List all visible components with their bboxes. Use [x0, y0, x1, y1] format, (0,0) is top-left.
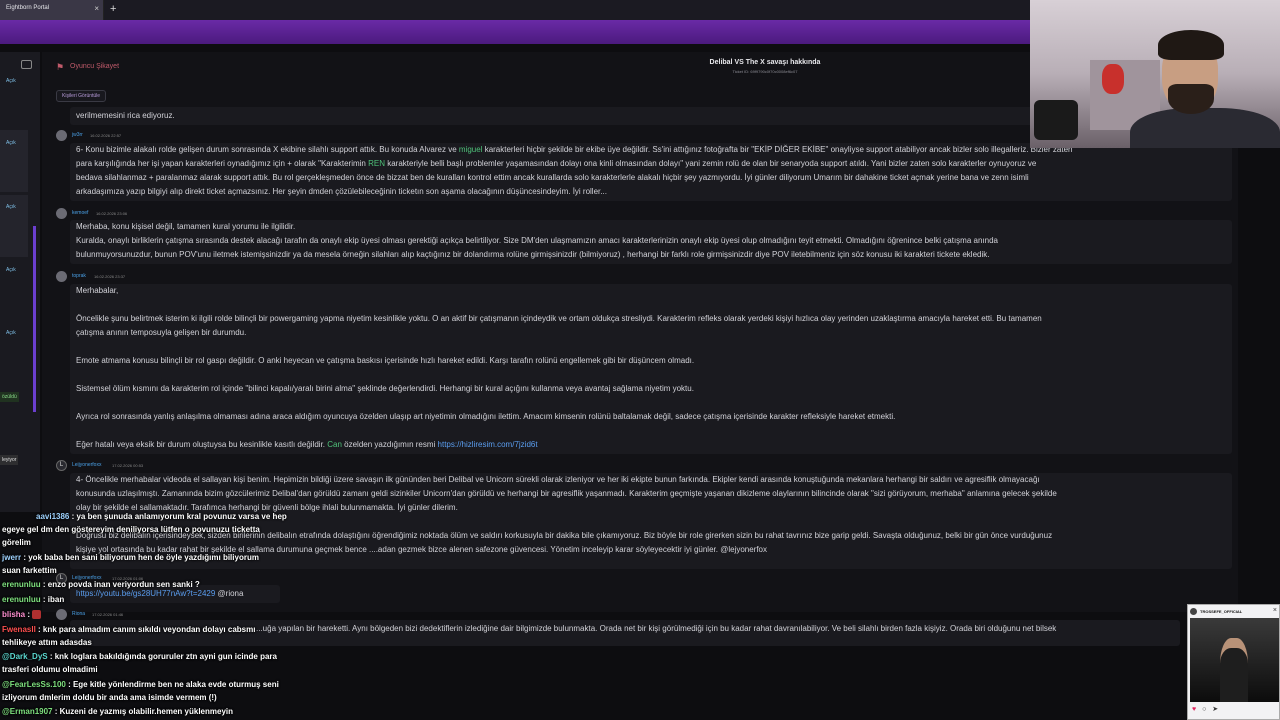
message-date: 17.02.2026 01:46 — [92, 612, 124, 617]
rail-status-label: Açık — [6, 267, 16, 273]
message-line: arkadaşımıza yazıp bilgiyi alıp direkt t… — [76, 187, 607, 196]
message-line: Sistemsel ölüm kısmını da karakterim rol… — [76, 384, 694, 393]
streamer-beard — [1168, 84, 1214, 114]
avatar — [56, 130, 67, 141]
message-line — [76, 340, 1226, 354]
chat-message: aavi1386 : ya ben şunuda anlamıyorum kra… — [36, 512, 287, 521]
message-line: bedava silahlanmaz + paralanmaz alarak s… — [76, 173, 1029, 182]
message-line: 4- Öncelikle merhabalar videoda el salla… — [76, 475, 1040, 484]
layout-toggle-icon[interactable] — [21, 60, 32, 69]
comment-icon[interactable]: ○ — [1202, 706, 1208, 713]
mention-highlight: Can — [327, 440, 342, 449]
ticket-category: Oyuncu Şikayet — [70, 63, 120, 70]
message-line: Merhabalar, — [76, 286, 119, 295]
ticket-title: Delibal VS The X savaşı hakkında — [709, 59, 821, 66]
streamer-hair — [1158, 30, 1224, 60]
chat-message: jwerr : yok baba ben sani biliyorum hen … — [2, 553, 259, 562]
user-alert-icon: ⚑ — [56, 62, 65, 72]
chat-message: trasferi oldumu olmadimi — [2, 665, 98, 674]
message-body: Merhabalar, Öncelikle şunu belirtmek ist… — [70, 284, 1232, 454]
microphone-icon — [1034, 100, 1078, 140]
avatar — [56, 271, 67, 282]
message-line: para karşılığında her işi yapan karakter… — [76, 159, 1037, 168]
view-participants-button[interactable]: Kişileri Görüntüle — [56, 90, 107, 102]
rail-status-label: Açık — [6, 140, 16, 146]
chat-message: egeye gel dm den göstereyim deniliyorsa … — [2, 525, 260, 534]
image-link[interactable]: https://hizliresim.com/7jzid6t — [438, 440, 538, 449]
rail-status-solved: özüldü — [0, 392, 19, 402]
popup-actions[interactable]: ♥ ○ ➤ — [1192, 705, 1220, 713]
share-icon[interactable]: ➤ — [1212, 706, 1220, 713]
message-line — [76, 424, 1226, 438]
person-silhouette — [1220, 638, 1248, 702]
message-line: konusunda uzlaşılmıştı. Zamanında bizim … — [76, 489, 1057, 498]
message-line: Öncelikle şunu belirtmek isterim ki ilgi… — [76, 314, 1042, 323]
rail-status-label: Açık — [6, 204, 16, 210]
message-line: Ayrıca rol sonrasında yanlış anlaşılma o… — [76, 412, 896, 421]
message-line: bulunmuyorsunuzdur, bunun POV'unu iletme… — [76, 250, 990, 259]
santa-figure — [1102, 64, 1124, 94]
message-date: 16.02.2026 23:06 — [96, 211, 128, 216]
avatar — [56, 208, 67, 219]
rail-scroll-accent — [33, 226, 36, 412]
popup-username[interactable]: TROSSEFE_OFFICIAL — [1200, 609, 1242, 614]
ticket-id: Ticket ID: 69f9790c0f70c0008ef6c07 — [732, 69, 798, 74]
message-date: 16.02.2026 23:37 — [94, 274, 126, 279]
message-line: Eğer hatalı veya eksik bir durum oluştuy… — [76, 440, 538, 449]
mention-highlight: miguel — [458, 145, 483, 154]
youtube-link[interactable]: https://youtu.be/gs28UH77nAw?t=2429 — [76, 589, 215, 598]
message-line — [76, 396, 1226, 410]
message-username[interactable]: Riona — [72, 611, 85, 617]
close-icon[interactable]: × — [1273, 607, 1277, 614]
tab-close-icon[interactable]: × — [94, 4, 99, 13]
chat-message: erenunluu : iban — [2, 595, 65, 604]
chat-message: görelim — [2, 538, 31, 547]
message-username[interactable]: Leijyonerfoxx — [72, 462, 101, 468]
message-username[interactable]: kemoef — [72, 210, 88, 216]
chat-message: @FearLesSs.100 : Ege kitle yönlendirme b… — [2, 680, 279, 689]
rail-status-label: Açık — [6, 78, 16, 84]
message-line: Merhaba, konu kişisel değil, tamamen kur… — [76, 222, 296, 231]
message-body: 6- Konu bizimle alakalı rolde gelişen du… — [70, 143, 1232, 201]
message-line: Emote atmama konusu bilinçli bir rol gas… — [76, 356, 695, 365]
message-date: 16.02.2026 22:57 — [90, 133, 122, 138]
heart-icon[interactable]: ♥ — [1192, 706, 1198, 713]
streamer-body — [1130, 108, 1280, 148]
message-body: Merhaba, konu kişisel değil, tamamen kur… — [70, 220, 1232, 264]
popup-image[interactable] — [1190, 618, 1279, 702]
tab-title: Eightborn Portal — [6, 5, 50, 11]
avatar: L — [56, 460, 67, 471]
message-date: 17.02.2026 00:53 — [112, 463, 144, 468]
emote-icon — [32, 610, 42, 620]
chat-message: Fwenasll : knk para almadım canım sıkıld… — [2, 625, 256, 634]
new-tab-icon[interactable]: + — [110, 3, 116, 15]
webcam-overlay — [1030, 0, 1280, 148]
chat-message: tehlikeye attım adasdas — [2, 638, 92, 647]
chat-message: izliyorum dmlerim doldu bir anda ama isi… — [2, 693, 217, 702]
message-line: https://youtu.be/gs28UH77nAw?t=2429 @rio… — [76, 589, 244, 598]
chat-message: @Dark_DyS : knk loglara bakıldığında gor… — [2, 652, 277, 661]
message-line — [76, 298, 1226, 312]
message-username[interactable]: toprak — [72, 273, 86, 279]
chat-message: erenunluu : enzo povda inan veriyordun s… — [2, 580, 200, 589]
avatar — [1190, 608, 1197, 615]
chat-message: suan farkettim — [2, 566, 57, 575]
browser-tab[interactable]: Eightborn Portal × — [0, 0, 104, 20]
social-popup: TROSSEFE_OFFICIAL × ♥ ○ ➤ — [1187, 604, 1280, 720]
message-line — [76, 368, 1226, 382]
message-line: Kuralda, onaylı birliklerin çatışma sıra… — [76, 236, 998, 245]
avatar — [56, 609, 67, 620]
message-line: çatışma anının temposuyla gelişen bir du… — [76, 328, 247, 337]
rail-status-pending: leyiyor — [0, 455, 19, 465]
popup-header: TROSSEFE_OFFICIAL × — [1190, 607, 1279, 617]
chat-message: blisha : — [2, 610, 42, 620]
message-username[interactable]: jw3rr — [72, 132, 83, 138]
chat-message: @Erman1907 : Kuzeni de yazmış olabilir.h… — [2, 707, 233, 716]
mention-highlight: REN — [368, 159, 385, 168]
rail-status-label: Açık — [6, 330, 16, 336]
